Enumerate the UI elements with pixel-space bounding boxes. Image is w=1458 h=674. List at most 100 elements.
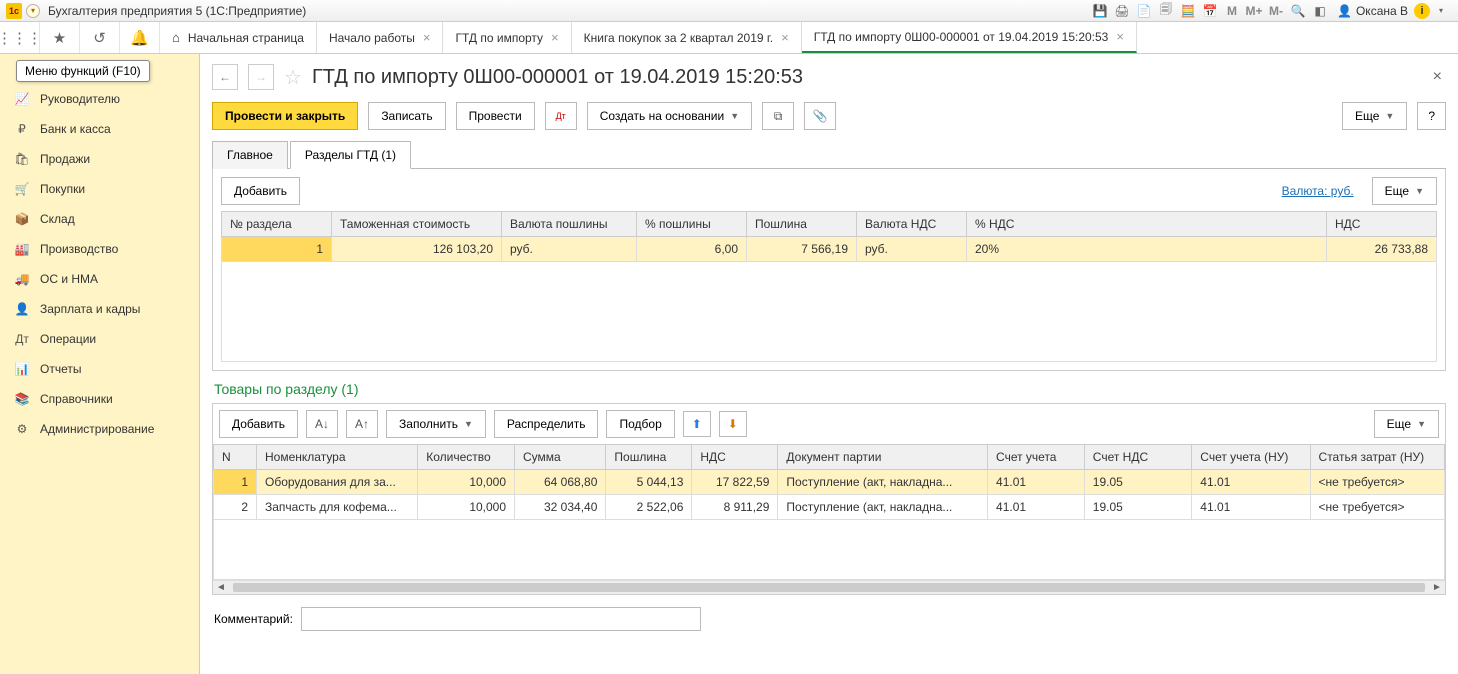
favorites-star-icon[interactable]: ★ (40, 22, 80, 53)
cell-nomen[interactable]: Оборудования для за... (257, 470, 418, 495)
cell-qty[interactable]: 10,000 (418, 495, 515, 520)
formtab-sections[interactable]: Разделы ГТД (1) (290, 141, 411, 169)
cell-nomen[interactable]: Запчасть для кофема... (257, 495, 418, 520)
sidebar-item-operations[interactable]: ДтОперации (0, 324, 199, 354)
sidebar-item-warehouse[interactable]: 📦Склад (0, 204, 199, 234)
col-batch[interactable]: Документ партии (778, 445, 988, 470)
close-page-button[interactable]: × (1429, 64, 1446, 90)
help-button[interactable]: ? (1417, 102, 1446, 130)
cell-duty-pct[interactable]: 6,00 (637, 237, 747, 262)
tab-gtd-doc[interactable]: ГТД по импорту 0Ш00-000001 от 19.04.2019… (802, 22, 1137, 53)
cell-batch[interactable]: Поступление (акт, накладна... (778, 495, 988, 520)
cell-acct[interactable]: 41.01 (988, 470, 1085, 495)
formtab-main[interactable]: Главное (212, 141, 288, 169)
structure-button[interactable]: ⧉ (762, 102, 794, 130)
col-acct[interactable]: Счет учета (988, 445, 1085, 470)
cell-vat-acct[interactable]: 19.05 (1084, 470, 1192, 495)
cell-vat[interactable]: 26 733,88 (1327, 237, 1437, 262)
scroll-thumb[interactable] (233, 583, 1425, 592)
window-icon[interactable]: ◧ (1311, 2, 1329, 20)
currency-link[interactable]: Валюта: руб. (1282, 184, 1354, 198)
cell-vat-cur[interactable]: руб. (857, 237, 967, 262)
close-icon[interactable]: × (423, 30, 431, 45)
dtkt-button[interactable]: Дт (545, 102, 577, 130)
more-button[interactable]: Еще▼ (1342, 102, 1407, 130)
scroll-left-icon[interactable]: ◄ (213, 581, 229, 594)
col-vat-cur[interactable]: Валюта НДС (857, 212, 967, 237)
cell-acct-nu[interactable]: 41.01 (1192, 470, 1310, 495)
sidebar-item-references[interactable]: 📚Справочники (0, 384, 199, 414)
col-vat-acct[interactable]: Счет НДС (1084, 445, 1192, 470)
cell-qty[interactable]: 10,000 (418, 470, 515, 495)
col-qty[interactable]: Количество (418, 445, 515, 470)
memory-mplus-icon[interactable]: M+ (1245, 2, 1263, 20)
table-row[interactable]: 2 Запчасть для кофема... 10,000 32 034,4… (214, 495, 1445, 520)
post-button[interactable]: Провести (456, 102, 535, 130)
sidebar-item-admin[interactable]: ⚙Администрирование (0, 414, 199, 444)
col-duty-cur[interactable]: Валюта пошлины (502, 212, 637, 237)
calculator-icon[interactable]: 🧮 (1179, 2, 1197, 20)
tab-gtd-list[interactable]: ГТД по импорту× (443, 22, 571, 53)
tab-purchase-book[interactable]: Книга покупок за 2 квартал 2019 г.× (572, 22, 802, 53)
table-row[interactable]: 1 126 103,20 руб. 6,00 7 566,19 руб. 20%… (222, 237, 1437, 262)
create-based-on-button[interactable]: Создать на основании▼ (587, 102, 752, 130)
tab-getting-started[interactable]: Начало работы× (317, 22, 444, 53)
col-cost[interactable]: Статья затрат (НУ) (1310, 445, 1444, 470)
cell-batch[interactable]: Поступление (акт, накладна... (778, 470, 988, 495)
memory-m-icon[interactable]: M (1223, 2, 1241, 20)
goods-more-button[interactable]: Еще▼ (1374, 410, 1439, 438)
cell-vat[interactable]: 8 911,29 (692, 495, 778, 520)
table-row[interactable]: 1 Оборудования для за... 10,000 64 068,8… (214, 470, 1445, 495)
notifications-bell-icon[interactable]: 🔔 (120, 22, 160, 53)
memory-mminus-icon[interactable]: M- (1267, 2, 1285, 20)
apps-grid-icon[interactable]: ⋮⋮⋮ (0, 22, 40, 53)
sidebar-item-purchases[interactable]: 🛒Покупки (0, 174, 199, 204)
print-icon[interactable]: 🖨 (1113, 2, 1131, 20)
sidebar-item-hr[interactable]: 👤Зарплата и кадры (0, 294, 199, 324)
col-duty[interactable]: Пошлина (606, 445, 692, 470)
col-sum[interactable]: Сумма (515, 445, 606, 470)
history-icon[interactable]: ↺ (80, 22, 120, 53)
sidebar-item-bank[interactable]: ₽Банк и касса (0, 114, 199, 144)
cell-n[interactable]: 1 (214, 470, 257, 495)
col-n[interactable]: N (214, 445, 257, 470)
cell-duty[interactable]: 5 044,13 (606, 470, 692, 495)
col-vat-pct[interactable]: % НДС (967, 212, 1327, 237)
cell-num[interactable]: 1 (222, 237, 332, 262)
info-dropdown-icon[interactable]: ▾ (1432, 2, 1450, 20)
sort-asc-button[interactable]: A↓ (306, 410, 338, 438)
cell-vat-acct[interactable]: 19.05 (1084, 495, 1192, 520)
sidebar-item-assets[interactable]: 🚚ОС и НМА (0, 264, 199, 294)
sidebar-item-sales[interactable]: 🛍Продажи (0, 144, 199, 174)
nav-forward-button[interactable]: → (248, 64, 274, 90)
tab-home[interactable]: ⌂Начальная страница (160, 22, 317, 53)
fill-button[interactable]: Заполнить▼ (386, 410, 486, 438)
col-vat[interactable]: НДС (692, 445, 778, 470)
sort-desc-button[interactable]: A↑ (346, 410, 378, 438)
cell-sum[interactable]: 32 034,40 (515, 495, 606, 520)
col-num[interactable]: № раздела (222, 212, 332, 237)
attach-button[interactable]: 📎 (804, 102, 836, 130)
pick-button[interactable]: Подбор (606, 410, 674, 438)
horizontal-scrollbar[interactable]: ◄ ► (213, 580, 1445, 594)
col-customs-val[interactable]: Таможенная стоимость (332, 212, 502, 237)
comment-input[interactable] (301, 607, 701, 631)
cell-duty-cur[interactable]: руб. (502, 237, 637, 262)
cell-vat[interactable]: 17 822,59 (692, 470, 778, 495)
cell-n[interactable]: 2 (214, 495, 257, 520)
sidebar-item-manager[interactable]: 📈Руководителю (0, 84, 199, 114)
post-and-close-button[interactable]: Провести и закрыть (212, 102, 358, 130)
cell-cost[interactable]: <не требуется> (1310, 470, 1444, 495)
sidebar-item-reports[interactable]: 📊Отчеты (0, 354, 199, 384)
user-indicator[interactable]: 👤Оксана В (1337, 4, 1408, 18)
close-icon[interactable]: × (781, 30, 789, 45)
cell-acct[interactable]: 41.01 (988, 495, 1085, 520)
nav-back-button[interactable]: ← (212, 64, 238, 90)
scroll-right-icon[interactable]: ► (1429, 581, 1445, 594)
move-up-button[interactable]: ⬆ (683, 411, 711, 437)
info-icon[interactable]: i (1414, 3, 1430, 19)
cell-cost[interactable]: <не требуется> (1310, 495, 1444, 520)
distribute-button[interactable]: Распределить (494, 410, 599, 438)
add-section-button[interactable]: Добавить (221, 177, 300, 205)
app-dropdown-icon[interactable]: ▾ (26, 4, 40, 18)
